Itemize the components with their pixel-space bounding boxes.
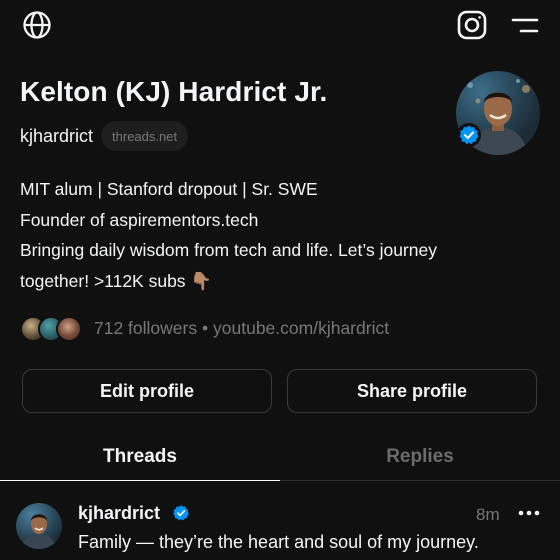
tab-threads[interactable]: Threads (0, 436, 280, 480)
menu-icon[interactable] (510, 14, 540, 38)
globe-icon[interactable] (22, 10, 52, 40)
verified-badge-icon (172, 504, 190, 522)
bio-line: MIT alum | Stanford dropout | Sr. SWE (20, 179, 318, 199)
more-icon[interactable] (516, 503, 542, 523)
instagram-icon[interactable] (456, 9, 488, 41)
post-author[interactable]: kjhardrict (78, 503, 160, 524)
tab-replies[interactable]: Replies (280, 436, 560, 480)
bio: MIT alum | Stanford dropout | Sr. SWE Fo… (20, 174, 520, 296)
profile-page: Kelton (KJ) Hardrict Jr. kjhardrict thre… (0, 0, 560, 560)
domain-badge[interactable]: threads.net (101, 121, 189, 151)
followers-count[interactable]: 712 followers (94, 318, 197, 338)
followers-summary: 712 followers • youtube.com/kjhardrict (94, 318, 389, 339)
bio-line: Founder of aspirementors.tech (20, 209, 259, 230)
share-profile-button[interactable]: Share profile (287, 369, 537, 413)
active-tab-indicator (0, 480, 280, 481)
post-text: Family — they’re the heart and soul of m… (78, 532, 479, 552)
bio-line: together! >112K subs 👇🏽 (20, 270, 213, 291)
edit-profile-button[interactable]: Edit profile (22, 369, 272, 413)
post-timestamp: 8m (476, 505, 500, 524)
thread-post[interactable]: kjhardrict 8m Family — they’re the heart… (0, 490, 560, 560)
top-bar (0, 0, 560, 50)
profile-link[interactable]: youtube.com/kjhardrict (213, 318, 389, 338)
tab-divider (280, 480, 560, 481)
follower-avatars (20, 315, 84, 342)
handle-row: kjhardrict threads.net (20, 120, 189, 152)
profile-name: Kelton (KJ) Hardrict Jr. (20, 76, 328, 107)
post-avatar[interactable] (16, 503, 62, 549)
followers-row[interactable]: 712 followers • youtube.com/kjhardrict (20, 314, 389, 342)
profile-avatar[interactable] (456, 71, 540, 155)
bio-line: Bringing daily wisdom from tech and life… (20, 240, 437, 260)
separator-dot: • (202, 317, 209, 338)
verified-badge-icon (457, 123, 481, 147)
follower-avatar (56, 316, 82, 342)
profile-handle: kjhardrict (20, 125, 94, 146)
